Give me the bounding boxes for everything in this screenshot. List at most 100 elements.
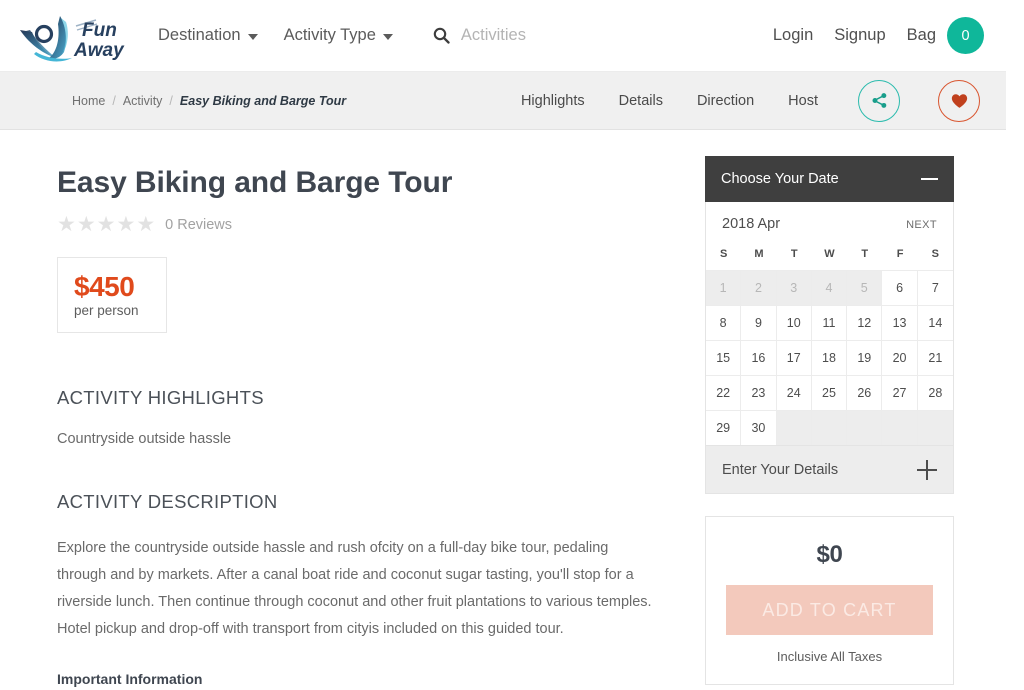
nav-item-activity-type[interactable]: Activity Type — [284, 26, 393, 45]
star-icon: ★ — [116, 213, 136, 236]
star-rating[interactable]: ★ ★ ★ ★ ★ — [57, 214, 155, 235]
add-to-cart-button[interactable]: ADD TO CART — [726, 585, 933, 635]
date-picker-widget: Choose Your Date 2018 Apr NEXT S M T W T — [705, 156, 954, 494]
section-link-highlights[interactable]: Highlights — [521, 93, 585, 109]
calendar-day-25[interactable]: 25 — [811, 375, 848, 410]
calendar-day-22[interactable]: 22 — [706, 375, 742, 410]
calendar: 2018 Apr NEXT S M T W T F S 1 2 3 4 5 6 7 8 9 10 1… — [705, 202, 954, 446]
plus-icon[interactable] — [917, 459, 937, 480]
calendar-day-8[interactable]: 8 — [706, 305, 742, 340]
section-link-details[interactable]: Details — [619, 93, 663, 109]
site-logo[interactable]: Fun Away — [14, 7, 136, 65]
activity-highlights-heading: ACTIVITY HIGHLIGHTS — [57, 387, 264, 409]
calendar-day-13[interactable]: 13 — [882, 305, 918, 340]
calendar-day-27[interactable]: 27 — [882, 375, 918, 410]
cart-total: $0 — [816, 541, 843, 568]
breadcrumb: Home / Activity / Easy Biking and Barge … — [72, 94, 346, 108]
login-link[interactable]: Login — [773, 26, 813, 45]
signup-link[interactable]: Signup — [834, 26, 885, 45]
search-group — [433, 26, 611, 45]
bag-count-badge: 0 — [947, 17, 984, 54]
price-unit: per person — [74, 303, 139, 319]
logo-text-away: Away — [73, 40, 125, 61]
breadcrumb-item-activity[interactable]: Activity — [123, 94, 163, 108]
calendar-day-11[interactable]: 11 — [811, 305, 848, 340]
calendar-day-9[interactable]: 9 — [741, 305, 777, 340]
site-header: Fun Away Destination Activity Type Login — [0, 0, 1006, 72]
calendar-day-21[interactable]: 21 — [917, 340, 953, 375]
chevron-down-icon — [247, 34, 258, 40]
calendar-day-17[interactable]: 17 — [776, 340, 812, 375]
calendar-day-15[interactable]: 15 — [706, 340, 742, 375]
calendar-dow: T — [790, 248, 798, 260]
calendar-day-26[interactable]: 26 — [847, 375, 883, 410]
price-box: $450 per person — [57, 257, 167, 334]
calendar-day-7[interactable]: 7 — [917, 270, 953, 305]
activity-description-heading: ACTIVITY DESCRIPTION — [57, 491, 278, 513]
star-icon: ★ — [96, 213, 116, 236]
search-icon[interactable] — [433, 27, 450, 44]
calendar-day-6[interactable]: 6 — [882, 270, 918, 305]
primary-nav: Destination Activity Type — [158, 26, 611, 45]
calendar-cell-empty — [776, 410, 812, 445]
calendar-grid: 1 2 3 4 5 6 7 8 9 10 11 12 13 14 15 16 17 18 19 20 21 22 23 24 2… — [706, 270, 953, 445]
calendar-day-12[interactable]: 12 — [847, 305, 883, 340]
star-icon: ★ — [76, 213, 96, 236]
page-gutter — [1006, 0, 1024, 690]
search-input[interactable] — [460, 26, 611, 45]
star-icon: ★ — [136, 213, 156, 236]
share-button[interactable] — [858, 79, 900, 122]
calendar-day-disabled-1: 1 — [706, 270, 742, 305]
calendar-day-30[interactable]: 30 — [741, 410, 777, 445]
bag-label: Bag — [906, 26, 936, 44]
minus-icon[interactable] — [921, 178, 938, 180]
star-icon: ★ — [57, 213, 76, 236]
logo-text-fun: Fun — [82, 20, 117, 41]
favorite-button[interactable] — [938, 79, 980, 122]
calendar-day-18[interactable]: 18 — [811, 340, 848, 375]
bag-button[interactable]: Bag 0 — [907, 17, 984, 54]
fun-away-logo-icon: Fun Away — [20, 15, 125, 61]
calendar-month-label: 2018 Apr — [722, 216, 781, 232]
sub-header: Home / Activity / Easy Biking and Barge … — [0, 72, 1006, 130]
breadcrumb-separator: / — [112, 93, 116, 108]
tax-note: Inclusive All Taxes — [776, 649, 883, 664]
calendar-dow: T — [861, 248, 869, 260]
calendar-day-29[interactable]: 29 — [706, 410, 742, 445]
calendar-day-19[interactable]: 19 — [847, 340, 883, 375]
calendar-day-headers: S M T W T F S — [706, 242, 953, 270]
enter-your-details-row[interactable]: Enter Your Details — [705, 446, 954, 494]
calendar-dow: M — [754, 248, 764, 260]
calendar-day-24[interactable]: 24 — [776, 375, 812, 410]
calendar-day-23[interactable]: 23 — [741, 375, 777, 410]
calendar-day-20[interactable]: 20 — [882, 340, 918, 375]
calendar-dow: S — [719, 248, 728, 260]
section-nav: Highlights Details Direction Host — [521, 79, 980, 122]
calendar-dow: W — [824, 248, 835, 260]
calendar-day-disabled-3: 3 — [776, 270, 812, 305]
price-amount: $450 — [74, 271, 135, 302]
date-picker-header[interactable]: Choose Your Date — [705, 156, 954, 202]
main-content: Easy Biking and Barge Tour ★ ★ ★ ★ ★ 0 R… — [0, 130, 1006, 687]
activity-highlight-item: Countryside outside hassle — [57, 431, 232, 448]
reviews-count: 0 Reviews — [165, 216, 233, 233]
calendar-day-disabled-4: 4 — [811, 270, 848, 305]
breadcrumb-item-home[interactable]: Home — [72, 94, 105, 108]
date-picker-title: Choose Your Date — [721, 171, 839, 187]
booking-column: Choose Your Date 2018 Apr NEXT S M T W T — [705, 130, 954, 687]
calendar-day-14[interactable]: 14 — [917, 305, 953, 340]
calendar-cell-empty — [882, 410, 918, 445]
activity-details-column: Easy Biking and Barge Tour ★ ★ ★ ★ ★ 0 R… — [57, 130, 677, 687]
calendar-day-16[interactable]: 16 — [741, 340, 777, 375]
page-root: Fun Away Destination Activity Type Login — [0, 0, 1006, 690]
section-link-host[interactable]: Host — [788, 93, 818, 109]
calendar-day-28[interactable]: 28 — [917, 375, 953, 410]
calendar-day-10[interactable]: 10 — [776, 305, 812, 340]
calendar-next-button[interactable]: NEXT — [906, 219, 937, 231]
heart-icon — [951, 93, 967, 108]
calendar-dow: F — [896, 248, 904, 260]
chevron-down-icon — [382, 34, 393, 40]
cart-summary: $0 ADD TO CART Inclusive All Taxes — [705, 516, 954, 685]
nav-item-destination[interactable]: Destination — [158, 26, 258, 45]
section-link-direction[interactable]: Direction — [697, 93, 754, 109]
